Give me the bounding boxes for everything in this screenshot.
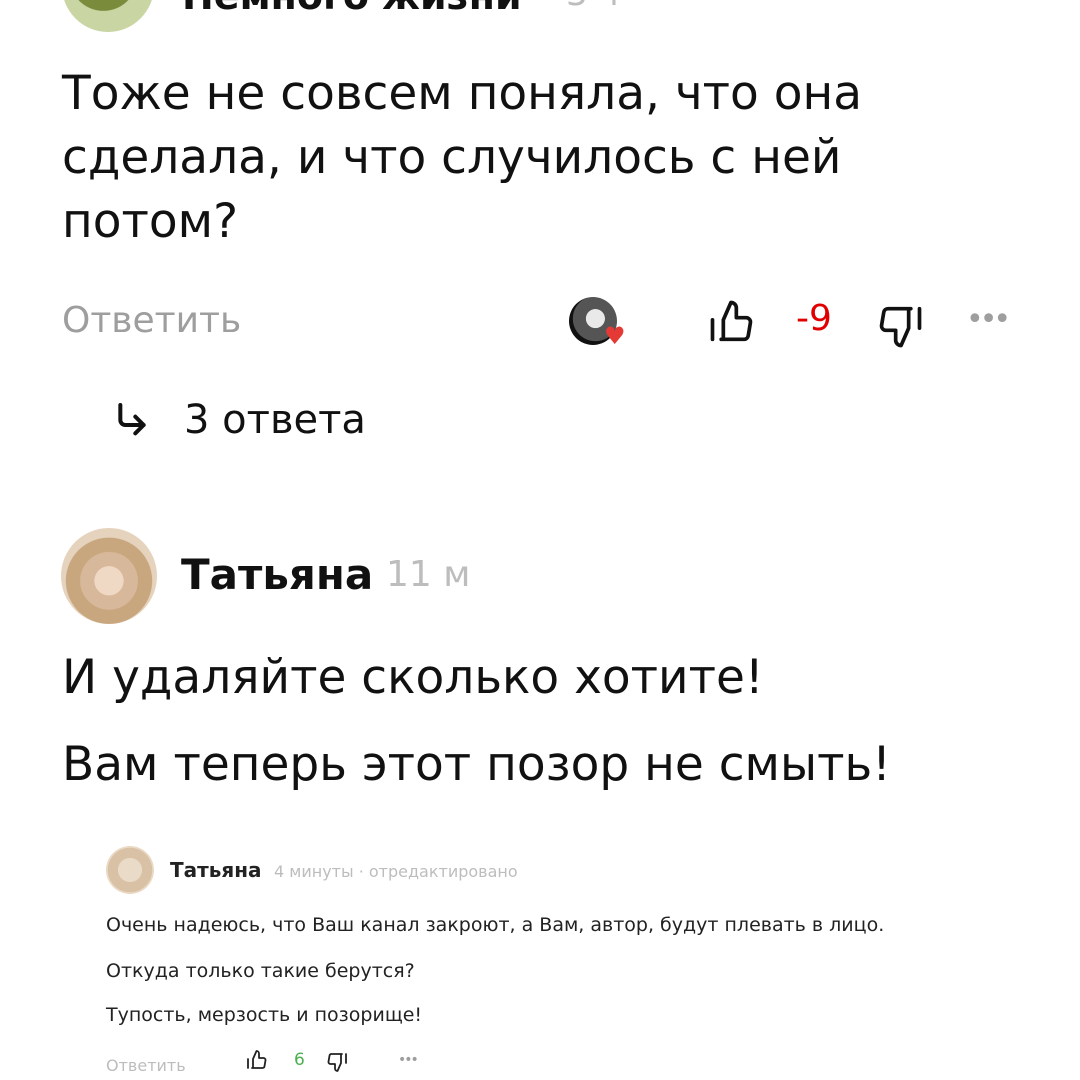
comment-text-line: Очень надеюсь, что Ваш канал закроют, а …	[106, 914, 885, 936]
comment-text-line: Тупость, мерзость и позорище!	[106, 1004, 423, 1026]
comment-author[interactable]: Татьяна	[181, 550, 373, 599]
comment-text: Тоже не совсем поняла, что она сделала, …	[62, 66, 863, 249]
comment-text-line: Вам теперь этот позор не смыть!	[62, 737, 892, 792]
avatar[interactable]	[61, 528, 157, 624]
comment-text-line: Откуда только такие берутся?	[106, 960, 415, 982]
comment-text-line: И удаляйте сколько хотите!	[62, 650, 764, 705]
more-options-button[interactable]: •••	[966, 302, 1011, 337]
avatar[interactable]	[62, 0, 154, 32]
comment-time: 11 м	[386, 554, 471, 595]
more-options-icon: •••	[398, 1052, 419, 1068]
replies-count-label: 3 ответа	[184, 397, 366, 443]
comment-meta: 4 минуты · отредактировано	[274, 862, 518, 881]
comment-time: 3 ч	[566, 0, 619, 14]
thumbs-up-icon[interactable]	[706, 296, 758, 348]
reply-label: Ответить	[106, 1056, 186, 1075]
thumbs-down-icon	[327, 1053, 347, 1072]
comment-author: Татьяна	[170, 858, 262, 882]
rating-count: 6	[294, 1050, 305, 1070]
reply-arrow-icon	[118, 403, 146, 436]
thumbs-down-icon[interactable]	[874, 300, 926, 352]
comment-author[interactable]: Немного жизни	[182, 0, 522, 18]
heart-icon: ♥	[604, 322, 626, 350]
embedded-screenshot: Татьяна 4 минуты · отредактировано Очень…	[100, 838, 1020, 1080]
reply-button[interactable]: Ответить	[62, 300, 241, 341]
thumbs-up-icon	[247, 1050, 267, 1069]
avatar	[106, 846, 154, 894]
show-replies-button[interactable]: 3 ответа	[112, 390, 366, 450]
rating-count: -9	[796, 298, 832, 339]
